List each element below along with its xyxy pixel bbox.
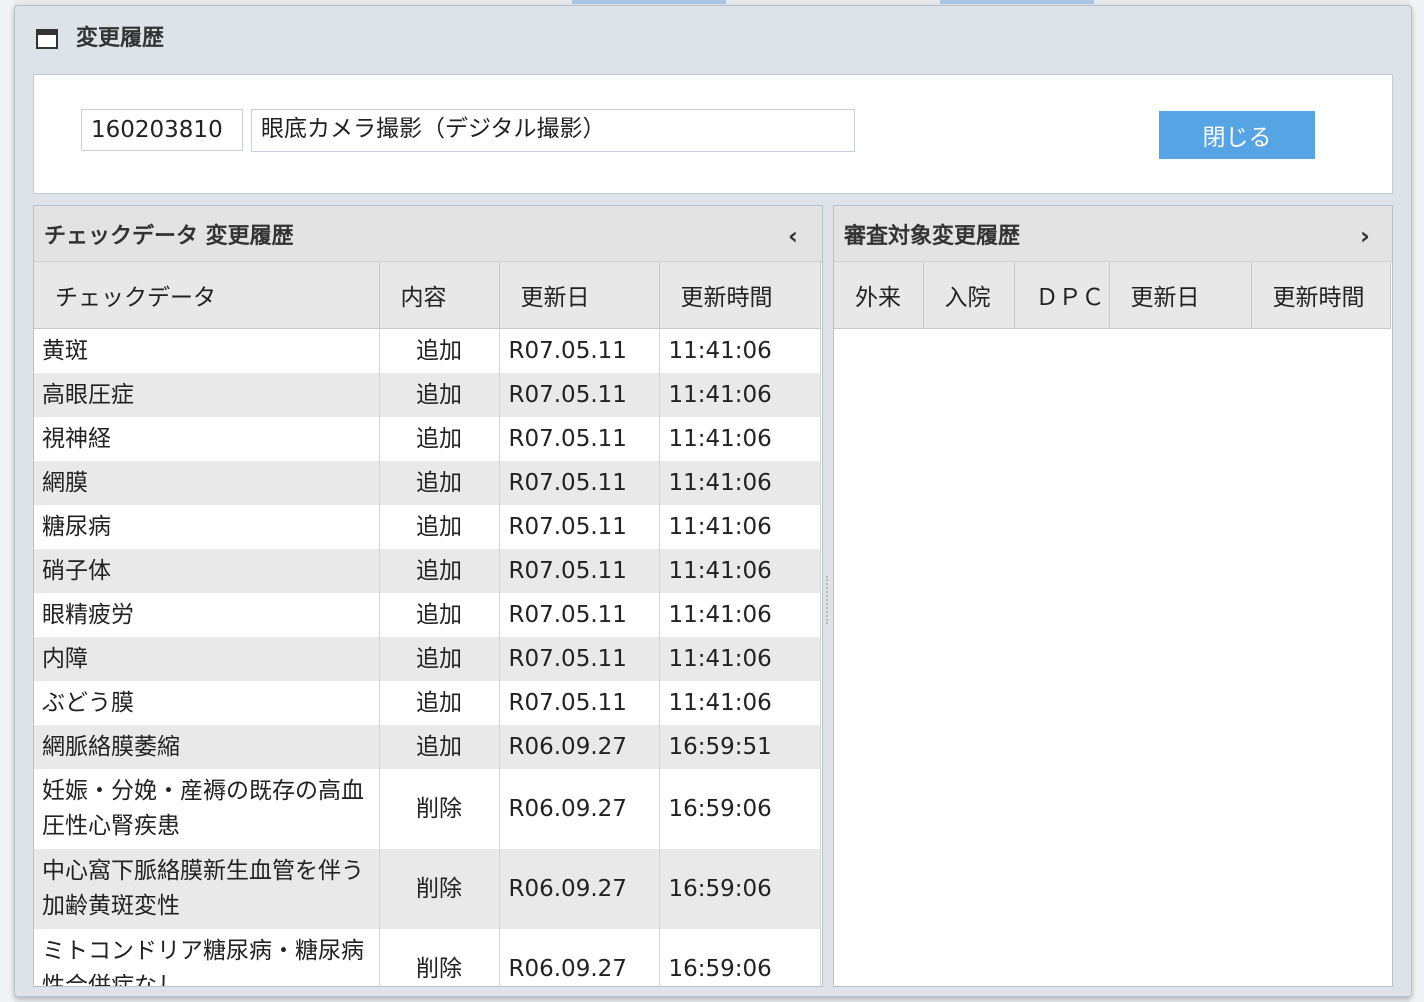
close-button[interactable]: 閉じる	[1159, 111, 1315, 159]
panel-splitter[interactable]	[826, 576, 831, 624]
table-row[interactable]: 糖尿病 追加 R07.05.11 11:41:06	[34, 505, 821, 549]
table-header-row: チェックデータ 内容 更新日 更新時間	[34, 262, 821, 329]
column-header-update-date[interactable]: 更新日	[1109, 262, 1252, 329]
table-row[interactable]: ミトコンドリア糖尿病・糖尿病性合併症なし 削除 R06.09.27 16:59:06	[34, 929, 821, 986]
table-row[interactable]: 視神経 追加 R07.05.11 11:41:06	[34, 417, 821, 461]
cell-update-time: 11:41:06	[659, 461, 821, 505]
cell-check-data: 網膜	[34, 461, 380, 505]
cell-update-date: R07.05.11	[499, 681, 660, 725]
cell-content: 追加	[379, 681, 500, 725]
cell-update-time: 11:41:06	[659, 373, 821, 417]
cell-content: 追加	[379, 725, 500, 769]
cell-check-data: 妊娠・分娩・産褥の既存の高血圧性心腎疾患	[34, 769, 380, 849]
cell-content: 追加	[379, 505, 500, 549]
cell-update-date: R07.05.11	[499, 549, 660, 593]
column-header-outpatient[interactable]: 外来	[834, 262, 924, 329]
cell-content: 追加	[379, 328, 500, 373]
cell-check-data: 黄斑	[34, 328, 380, 373]
cell-check-data: 視神経	[34, 417, 380, 461]
cell-content: 追加	[379, 461, 500, 505]
background-tab	[572, 0, 726, 4]
cell-update-time: 16:59:06	[659, 849, 821, 929]
item-name-field[interactable]: 眼底カメラ撮影（デジタル撮影）	[251, 109, 855, 152]
column-header-dpc[interactable]: ＤＰＣ	[1014, 262, 1110, 329]
cell-update-date: R07.05.11	[499, 505, 660, 549]
table-row[interactable]: 高眼圧症 追加 R07.05.11 11:41:06	[34, 373, 821, 417]
cell-update-time: 16:59:51	[659, 725, 821, 769]
cell-check-data: 硝子体	[34, 549, 380, 593]
item-info-panel: 160203810 眼底カメラ撮影（デジタル撮影） 閉じる	[33, 74, 1393, 194]
cell-update-time: 11:41:06	[659, 593, 821, 637]
cell-update-date: R07.05.11	[499, 637, 660, 681]
table-row[interactable]: 中心窩下脈絡膜新生血管を伴う加齢黄斑変性 削除 R06.09.27 16:59:06	[34, 849, 821, 929]
cell-content: 削除	[379, 849, 500, 929]
cell-content: 削除	[379, 769, 500, 849]
cell-content: 削除	[379, 929, 500, 986]
column-header-update-date[interactable]: 更新日	[499, 262, 660, 329]
change-history-dialog: 変更履歴 160203810 眼底カメラ撮影（デジタル撮影） 閉じる チェックデ…	[14, 5, 1412, 997]
cell-update-date: R07.05.11	[499, 373, 660, 417]
panel-header: 審査対象変更履歴 ›	[834, 206, 1392, 262]
table-row[interactable]: 内障 追加 R07.05.11 11:41:06	[34, 637, 821, 681]
cell-update-date: R06.09.27	[499, 929, 660, 986]
cell-update-date: R07.05.11	[499, 417, 660, 461]
cell-update-date: R07.05.11	[499, 328, 660, 373]
cell-update-time: 11:41:06	[659, 417, 821, 461]
cell-update-date: R06.09.27	[499, 849, 660, 929]
cell-check-data: 中心窩下脈絡膜新生血管を伴う加齢黄斑変性	[34, 849, 380, 929]
review-target-history-panel: 審査対象変更履歴 › 外来 入院 ＤＰＣ 更新日 更新時間	[833, 205, 1393, 987]
cell-update-time: 16:59:06	[659, 929, 821, 986]
column-header-inpatient[interactable]: 入院	[923, 262, 1015, 329]
chevron-right-icon[interactable]: ›	[1360, 222, 1370, 250]
cell-check-data: 網脈絡膜萎縮	[34, 725, 380, 769]
table-row[interactable]: 妊娠・分娩・産褥の既存の高血圧性心腎疾患 削除 R06.09.27 16:59:06	[34, 769, 821, 849]
cell-update-time: 11:41:06	[659, 681, 821, 725]
cell-update-time: 16:59:06	[659, 769, 821, 849]
column-header-check-data[interactable]: チェックデータ	[34, 262, 380, 329]
dialog-titlebar[interactable]: 変更履歴	[15, 6, 1411, 66]
table-row[interactable]: 硝子体 追加 R07.05.11 11:41:06	[34, 549, 821, 593]
item-code-field[interactable]: 160203810	[81, 109, 243, 151]
cell-update-time: 11:41:06	[659, 637, 821, 681]
background-app	[1410, 0, 1424, 1002]
cell-content: 追加	[379, 417, 500, 461]
background-app	[0, 0, 14, 1002]
cell-content: 追加	[379, 593, 500, 637]
cell-check-data: ぶどう膜	[34, 681, 380, 725]
window-icon	[36, 29, 58, 49]
table-row[interactable]: 網膜 追加 R07.05.11 11:41:06	[34, 461, 821, 505]
cell-update-date: R06.09.27	[499, 769, 660, 849]
cell-update-time: 11:41:06	[659, 549, 821, 593]
cell-check-data: 高眼圧症	[34, 373, 380, 417]
cell-update-date: R07.05.11	[499, 461, 660, 505]
table-row[interactable]: 網脈絡膜萎縮 追加 R06.09.27 16:59:51	[34, 725, 821, 769]
column-header-update-time[interactable]: 更新時間	[1251, 262, 1391, 329]
panel-title: チェックデータ 変更履歴	[44, 224, 294, 249]
check-data-table: チェックデータ 内容 更新日 更新時間 黄斑 追加 R07.05.11 11:41:0…	[34, 262, 821, 986]
background-tab	[940, 0, 1094, 4]
cell-update-time: 11:41:06	[659, 505, 821, 549]
column-header-update-time[interactable]: 更新時間	[659, 262, 821, 329]
panel-header: チェックデータ 変更履歴 ‹	[34, 206, 822, 262]
cell-update-date: R07.05.11	[499, 593, 660, 637]
check-data-history-panel: チェックデータ 変更履歴 ‹ チェックデータ 内容 更新日 更新時間 黄斑 追加 R…	[33, 205, 823, 987]
cell-check-data: 内障	[34, 637, 380, 681]
table-row[interactable]: 黄斑 追加 R07.05.11 11:41:06	[34, 328, 821, 373]
cell-check-data: 糖尿病	[34, 505, 380, 549]
cell-update-time: 11:41:06	[659, 328, 821, 373]
chevron-left-icon[interactable]: ‹	[788, 222, 798, 250]
cell-content: 追加	[379, 549, 500, 593]
cell-update-date: R06.09.27	[499, 725, 660, 769]
cell-check-data: ミトコンドリア糖尿病・糖尿病性合併症なし	[34, 929, 380, 986]
table-row[interactable]: 眼精疲労 追加 R07.05.11 11:41:06	[34, 593, 821, 637]
table-header-row: 外来 入院 ＤＰＣ 更新日 更新時間	[834, 262, 1391, 329]
review-target-table: 外来 入院 ＤＰＣ 更新日 更新時間	[834, 262, 1391, 329]
column-header-content[interactable]: 内容	[379, 262, 500, 329]
cell-check-data: 眼精疲労	[34, 593, 380, 637]
table-row[interactable]: ぶどう膜 追加 R07.05.11 11:41:06	[34, 681, 821, 725]
dialog-title: 変更履歴	[76, 26, 165, 51]
cell-content: 追加	[379, 637, 500, 681]
cell-content: 追加	[379, 373, 500, 417]
panel-title: 審査対象変更履歴	[844, 224, 1021, 249]
